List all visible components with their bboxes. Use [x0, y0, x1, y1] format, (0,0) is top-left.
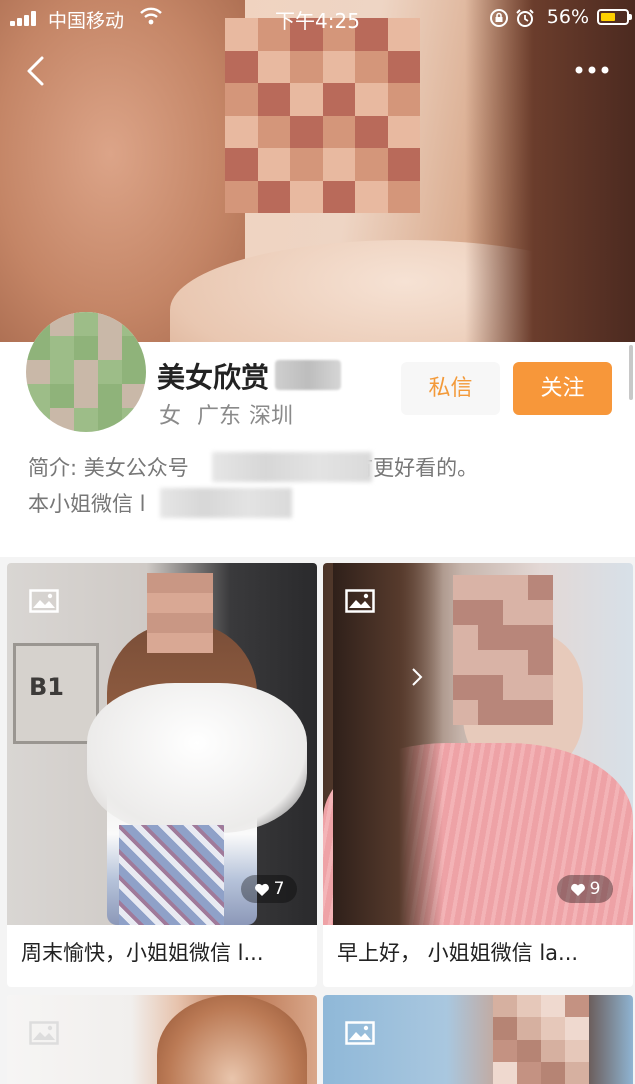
back-chevron-icon[interactable] — [22, 53, 48, 89]
like-number: 7 — [273, 879, 285, 899]
more-options-icon[interactable] — [574, 62, 610, 78]
like-count: 9 — [557, 875, 613, 903]
face-mosaic — [493, 995, 589, 1084]
name-redaction — [275, 360, 341, 390]
city: 深圳 — [249, 404, 294, 429]
bio-line-2: 本小姐微信 l — [28, 492, 146, 516]
image-icon — [29, 1021, 59, 1045]
cover-photo — [0, 0, 635, 342]
post-card[interactable]: 9 早上好， 小姐姐微信 la... — [323, 563, 633, 987]
battery-icon — [597, 9, 632, 25]
face-mosaic — [225, 18, 420, 213]
like-number: 9 — [589, 879, 601, 899]
bio-redaction-2 — [160, 488, 292, 518]
face-mosaic — [453, 575, 553, 725]
post-photo: B1 — [7, 563, 317, 925]
post-card[interactable]: B1 7 周末愉快，小姐姐微信 l... — [7, 563, 317, 987]
post-caption: 周末愉快，小姐姐微信 l... — [21, 941, 264, 965]
post-card[interactable] — [7, 995, 317, 1084]
chevron-right-icon — [412, 668, 423, 686]
like-count: 7 — [241, 875, 297, 903]
image-icon — [29, 589, 59, 613]
image-icon — [345, 1021, 375, 1045]
post-card[interactable] — [323, 995, 633, 1084]
profile-meta: 女广东 深圳 — [159, 398, 293, 430]
battery-percent: 56% — [546, 6, 589, 28]
bio-redaction-1 — [212, 452, 372, 482]
province: 广东 — [197, 404, 242, 429]
status-bar: 中国移动 下午4:25 56% — [0, 0, 635, 36]
heart-icon — [254, 883, 269, 896]
avatar[interactable] — [26, 312, 146, 432]
face-mosaic — [147, 573, 213, 653]
profile-name: 美女欣赏 — [157, 361, 270, 394]
clock: 下午4:25 — [275, 9, 360, 33]
follow-button[interactable]: 关注 — [513, 362, 612, 415]
alarm-icon — [516, 9, 534, 27]
scrollbar[interactable] — [629, 345, 633, 400]
gender: 女 — [159, 404, 182, 429]
rotation-lock-icon — [490, 9, 508, 27]
bio-prefix: 简介: 美女公众号 — [28, 456, 189, 480]
private-message-button[interactable]: 私信 — [401, 362, 500, 415]
post-caption: 早上好， 小姐姐微信 la... — [337, 941, 579, 965]
heart-icon — [570, 883, 585, 896]
image-icon — [345, 589, 375, 613]
post-photo — [323, 563, 633, 925]
